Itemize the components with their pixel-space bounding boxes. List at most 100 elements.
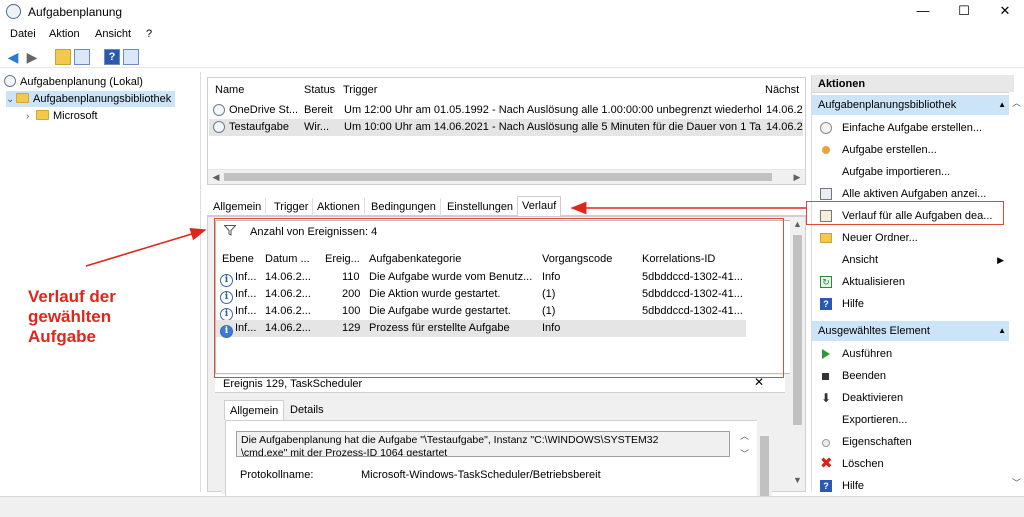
close-detail-icon[interactable]: ✕ [754,375,764,389]
collapse-icon[interactable]: ▲ [998,95,1006,115]
scroll-down-icon[interactable]: ﹀ [1012,476,1021,489]
menu-help[interactable]: ? [146,28,152,40]
section-ausgewaehlt[interactable]: Ausgewähltes Element ▲ [812,321,1014,341]
column-vorgangscode[interactable]: Vorgangscode [542,253,612,265]
column-ebene[interactable]: Ebene [222,253,254,265]
tab-aktionen[interactable]: Aktionen [313,198,365,216]
action-verlauf-deaktivieren[interactable]: Verlauf für alle Aufgaben dea... [812,205,1014,227]
event-row-selected[interactable]: i Inf... 14.06.2... 129 Prozess für erste… [216,320,746,338]
column-name[interactable]: Name [215,84,244,96]
scroll-down-icon[interactable]: ﹀ [740,447,749,460]
event-level: i Inf... [220,288,256,304]
action-aufgabe-erstellen[interactable]: Aufgabe erstellen... [812,139,1014,161]
minimize-button[interactable]: — [915,3,931,19]
tab-verlauf[interactable]: Verlauf [517,196,562,217]
action-eigenschaften[interactable]: Eigenschaften [812,431,1014,453]
event-list: Anzahl von Ereignissen: 4 Ebene Datum ..… [215,220,792,374]
section-bibliothek[interactable]: Aufgabenplanungsbibliothek ▲ [812,95,1014,115]
event-category: Die Aufgabe wurde vom Benutz... [369,271,533,283]
column-next-run[interactable]: Nächst [765,84,799,96]
filter-icon[interactable] [224,225,236,239]
scroll-down-icon[interactable]: ▼ [793,475,802,485]
toolbar: ◀ ▶ ? [0,46,1024,68]
event-row[interactable]: i Inf... 14.06.2... 200 Die Aktion wurde … [216,286,746,304]
forward-icon[interactable]: ▶ [24,49,40,65]
task-row[interactable]: OneDrive St... Bereit Um 12:00 Uhr am 01… [209,102,803,119]
tree-microsoft[interactable]: › Microsoft [26,108,98,124]
event-row[interactable]: i Inf... 14.06.2... 110 Die Aufgabe wurde… [216,269,746,287]
detail-tab-details[interactable]: Details [285,400,329,420]
scroll-up-icon[interactable]: ▲ [793,219,802,229]
action-aufgabe-importieren[interactable]: Aufgabe importieren... [812,161,1014,183]
actions-vscrollbar[interactable]: ︿ ﹀ [1009,92,1024,492]
action-neuer-ordner[interactable]: Neuer Ordner... [812,227,1014,249]
refresh-icon: ↻ [820,276,832,288]
column-ereignis[interactable]: Ereig... [325,253,360,265]
action-loeschen[interactable]: ✖ Löschen [812,453,1014,475]
action-aktualisieren[interactable]: ↻ Aktualisieren [812,271,1014,293]
back-icon[interactable]: ◀ [5,49,21,65]
action-beenden[interactable]: Beenden [812,365,1014,387]
tree-root[interactable]: Aufgabenplanung (Lokal) [4,74,143,90]
folder-up-icon[interactable] [55,49,71,65]
tab-trigger[interactable]: Trigger [270,198,314,216]
clock-icon [213,121,229,134]
action-hilfe-2[interactable]: ? Hilfe [812,475,1014,492]
maximize-button[interactable]: ☐ [956,3,972,19]
task-next-run: 14.06.20 [766,104,803,116]
menu-aktion[interactable]: Aktion [49,28,80,40]
detail-tab-allgemein[interactable]: Allgemein [224,400,285,420]
scroll-thumb[interactable] [793,235,802,425]
column-trigger[interactable]: Trigger [343,84,377,96]
history-vscrollbar[interactable]: ▲ ▼ [790,217,805,491]
scroll-left-icon[interactable]: ◀ [210,171,222,183]
action-exportieren[interactable]: Exportieren... [812,409,1014,431]
event-level: i Inf... [220,271,256,287]
tab-bedingungen[interactable]: Bedingungen [367,198,441,216]
event-opcode: Info [542,322,561,334]
action-aktive-aufgaben[interactable]: Alle aktiven Aufgaben anzei... [812,183,1014,205]
scroll-up-icon[interactable]: ︿ [740,429,749,442]
submenu-arrow-icon: ▶ [997,255,1004,265]
action-hilfe[interactable]: ? Hilfe [812,293,1014,315]
scroll-up-icon[interactable]: ︿ [1012,96,1021,109]
chevron-right-icon[interactable]: › [26,109,36,125]
event-row[interactable]: i Inf... 14.06.2... 100 Die Aufgabe wurde… [216,303,746,321]
task-list-hscrollbar[interactable]: ◀ ▶ [208,169,805,184]
annotation-line: Verlauf der [28,287,116,306]
chevron-down-icon[interactable]: ⌄ [6,92,16,108]
event-opcode: Info [542,271,561,283]
tab-einstellungen[interactable]: Einstellungen [443,198,519,216]
history-icon [820,210,832,222]
action-ausfuehren[interactable]: Ausführen [812,343,1014,365]
status-bar [0,496,1024,517]
column-datum[interactable]: Datum ... [265,253,310,265]
menu-datei[interactable]: Datei [10,28,36,40]
help-icon: ? [820,480,832,492]
console-tree-icon[interactable] [74,49,90,65]
collapse-icon[interactable]: ▲ [998,321,1006,341]
section-bibliothek-label: Aufgabenplanungsbibliothek [818,99,957,111]
tree-microsoft-label: Microsoft [53,110,98,122]
task-row-selected[interactable]: Testaufgabe Wir... Um 10:00 Uhr am 14.06… [209,119,803,136]
column-korrelations-id[interactable]: Korrelations-ID [642,253,715,265]
tab-allgemein[interactable]: Allgemein [209,198,267,216]
tree-library[interactable]: ⌄ Aufgabenplanungsbibliothek [6,91,176,108]
column-status[interactable]: Status [304,84,335,96]
help-icon[interactable]: ? [104,49,120,65]
action-pane-icon[interactable] [123,49,139,65]
menu-ansicht[interactable]: Ansicht [95,28,131,40]
action-einfache-aufgabe[interactable]: Einfache Aufgabe erstellen... [812,117,1014,139]
task-name: Testaufgabe [229,121,289,133]
scroll-right-icon[interactable]: ▶ [791,171,803,183]
event-detail-title: Ereignis 129, TaskScheduler [223,378,363,390]
detail-vscrollbar[interactable] [757,420,772,500]
column-aufgabenkategorie[interactable]: Aufgabenkategorie [369,253,461,265]
close-button[interactable]: ✕ [997,3,1013,19]
detail-content: Die Aufgabenplanung hat die Aufgabe "\Te… [225,420,760,500]
event-message[interactable]: Die Aufgabenplanung hat die Aufgabe "\Te… [236,431,730,457]
scroll-thumb[interactable] [760,436,769,498]
scroll-thumb[interactable] [224,173,772,181]
action-deaktivieren[interactable]: ⬇ Deaktivieren [812,387,1014,409]
action-ansicht[interactable]: Ansicht ▶ [812,249,1014,271]
